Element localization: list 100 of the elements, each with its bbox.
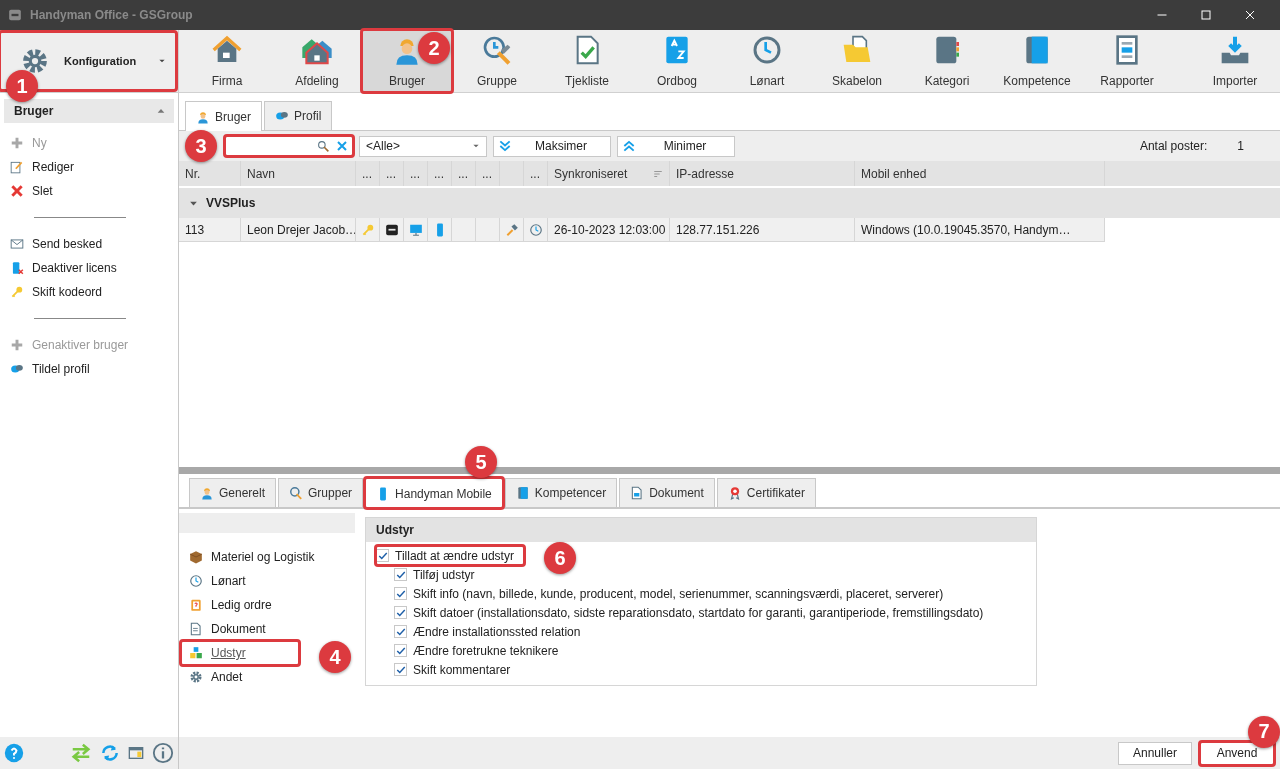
collapse-button[interactable]: Minimer bbox=[617, 135, 735, 157]
table-cell: 26-10-2023 12:03:00 bbox=[548, 218, 670, 241]
download-tray-icon bbox=[1219, 34, 1251, 66]
panel-title: Udstyr bbox=[366, 518, 1036, 542]
column-header[interactable]: Synkroniseret bbox=[548, 161, 670, 186]
ribbon-button[interactable]: Rapporter bbox=[1082, 30, 1172, 92]
tab[interactable]: Generelt bbox=[189, 478, 277, 507]
sidebar-action[interactable]: Rediger bbox=[0, 155, 178, 179]
dialog-button[interactable]: Annuller bbox=[1118, 741, 1192, 765]
ribbon-button[interactable]: Kompetence bbox=[992, 30, 1082, 92]
nav-item[interactable]: Ledig ordre bbox=[181, 593, 355, 617]
tab[interactable]: Handyman Mobile bbox=[365, 478, 503, 508]
column-header[interactable]: Navn bbox=[241, 161, 356, 186]
clipboard-question-icon bbox=[189, 598, 203, 612]
column-header[interactable]: ... bbox=[428, 161, 452, 186]
sidebar-action[interactable]: Tildel profil bbox=[0, 357, 178, 381]
nav-item[interactable]: Udstyr bbox=[181, 641, 299, 665]
search-field[interactable] bbox=[225, 136, 353, 156]
count-value: 1 bbox=[1237, 139, 1244, 153]
callout-badge: 7 bbox=[1248, 715, 1280, 748]
checkbox[interactable] bbox=[376, 549, 389, 562]
ribbon-button[interactable]: Skabelon bbox=[812, 30, 902, 92]
plus-icon bbox=[10, 136, 24, 150]
sidebar-action[interactable]: Skift kodeord bbox=[0, 280, 178, 304]
callout-badge: 6 bbox=[543, 542, 576, 574]
checkbox-label: Ændre installationssted relation bbox=[413, 624, 581, 639]
column-header[interactable]: ... bbox=[476, 161, 500, 186]
help-icon bbox=[4, 743, 24, 763]
table-cell: 128.77.151.226 bbox=[670, 218, 855, 241]
column-header[interactable]: ... bbox=[404, 161, 428, 186]
column-header[interactable]: Mobil enhed bbox=[855, 161, 1105, 186]
callout-badge: 3 bbox=[185, 130, 217, 162]
caret-icon bbox=[472, 142, 480, 150]
worker-icon bbox=[196, 109, 210, 124]
tab[interactable]: Dokument bbox=[619, 478, 715, 507]
close-icon bbox=[1244, 9, 1256, 21]
plus-icon bbox=[10, 338, 24, 352]
search-icon bbox=[317, 139, 330, 153]
column-header[interactable]: ... bbox=[524, 161, 548, 186]
ribbon-button[interactable]: Tjekliste bbox=[542, 30, 632, 92]
caret-icon bbox=[158, 57, 166, 65]
checkbox[interactable] bbox=[394, 606, 407, 619]
dialog-button[interactable]: Anvend bbox=[1200, 741, 1274, 765]
tab[interactable]: Bruger bbox=[185, 101, 263, 131]
sidebar-action[interactable]: Send besked bbox=[0, 232, 178, 256]
hammer-icon bbox=[504, 222, 519, 237]
key-icon bbox=[360, 222, 375, 237]
checkbox-label: Tilføj udstyr bbox=[413, 567, 475, 582]
sidebar-action[interactable]: Deaktiver licens bbox=[0, 256, 178, 280]
checkbox[interactable] bbox=[394, 568, 407, 581]
document-icon bbox=[189, 622, 203, 636]
column-header[interactable]: Nr. bbox=[179, 161, 241, 186]
gear-icon bbox=[189, 670, 203, 684]
checkbox-label: Tilladt at ændre udstyr bbox=[395, 548, 514, 563]
ribbon-button[interactable]: Kategori bbox=[902, 30, 992, 92]
ribbon-button[interactable]: Gruppe bbox=[452, 30, 542, 92]
window-title: Handyman Office - GSGroup bbox=[30, 8, 194, 22]
sidebar-action[interactable]: Slet bbox=[0, 179, 178, 203]
checkbox[interactable] bbox=[394, 644, 407, 657]
filter-dropdown[interactable]: <Alle> bbox=[359, 135, 487, 157]
phone-x-icon bbox=[10, 261, 24, 275]
collapse-caret-icon bbox=[156, 106, 166, 116]
nav-item[interactable]: Lønart bbox=[181, 569, 355, 593]
tab[interactable]: Kompetencer bbox=[504, 478, 618, 507]
clock-icon bbox=[751, 34, 783, 66]
refresh-icon bbox=[100, 743, 120, 763]
tab[interactable]: Grupper bbox=[278, 478, 364, 507]
checkbox[interactable] bbox=[394, 663, 407, 676]
column-header[interactable]: ... bbox=[452, 161, 476, 186]
table-cell: 113 bbox=[179, 218, 241, 241]
expand-button[interactable]: Maksimer bbox=[493, 135, 611, 157]
column-header[interactable]: IP-adresse bbox=[670, 161, 855, 186]
group-row[interactable]: VVSPlus bbox=[179, 188, 1280, 218]
column-header[interactable]: ... bbox=[356, 161, 380, 186]
checkbox[interactable] bbox=[394, 625, 407, 638]
window-icon bbox=[128, 745, 144, 761]
checkbox-label: Skift kommentarer bbox=[413, 662, 511, 677]
tab[interactable]: Profil bbox=[264, 101, 333, 130]
envelope-icon bbox=[10, 237, 24, 251]
gear-icon bbox=[20, 46, 50, 76]
checkbox[interactable] bbox=[394, 587, 407, 600]
clock-icon bbox=[528, 222, 543, 237]
column-header[interactable]: ... bbox=[380, 161, 404, 186]
close-icon bbox=[10, 184, 24, 198]
clock-icon bbox=[189, 574, 203, 588]
tab[interactable]: Certifikater bbox=[716, 478, 816, 507]
ribbon-button[interactable]: Firma bbox=[182, 30, 272, 92]
check-icon bbox=[395, 664, 406, 675]
nav-item[interactable]: Materiel og Logistik bbox=[181, 545, 355, 569]
ribbon-button[interactable]: Ordbog bbox=[632, 30, 722, 92]
nav-item[interactable]: Dokument bbox=[181, 617, 355, 641]
count-label: Antal poster: bbox=[1139, 139, 1208, 153]
clear-icon bbox=[336, 140, 348, 152]
cubes-icon bbox=[189, 646, 203, 660]
ribbon-button[interactable]: Lønart bbox=[722, 30, 812, 92]
double-chevron-down-icon bbox=[498, 139, 512, 153]
ribbon-button[interactable]: Importer bbox=[1190, 30, 1280, 92]
callout-badge: 4 bbox=[319, 641, 351, 673]
check-icon bbox=[395, 607, 406, 618]
table-cell: Windows (10.0.19045.3570, Handym… bbox=[855, 218, 1105, 241]
